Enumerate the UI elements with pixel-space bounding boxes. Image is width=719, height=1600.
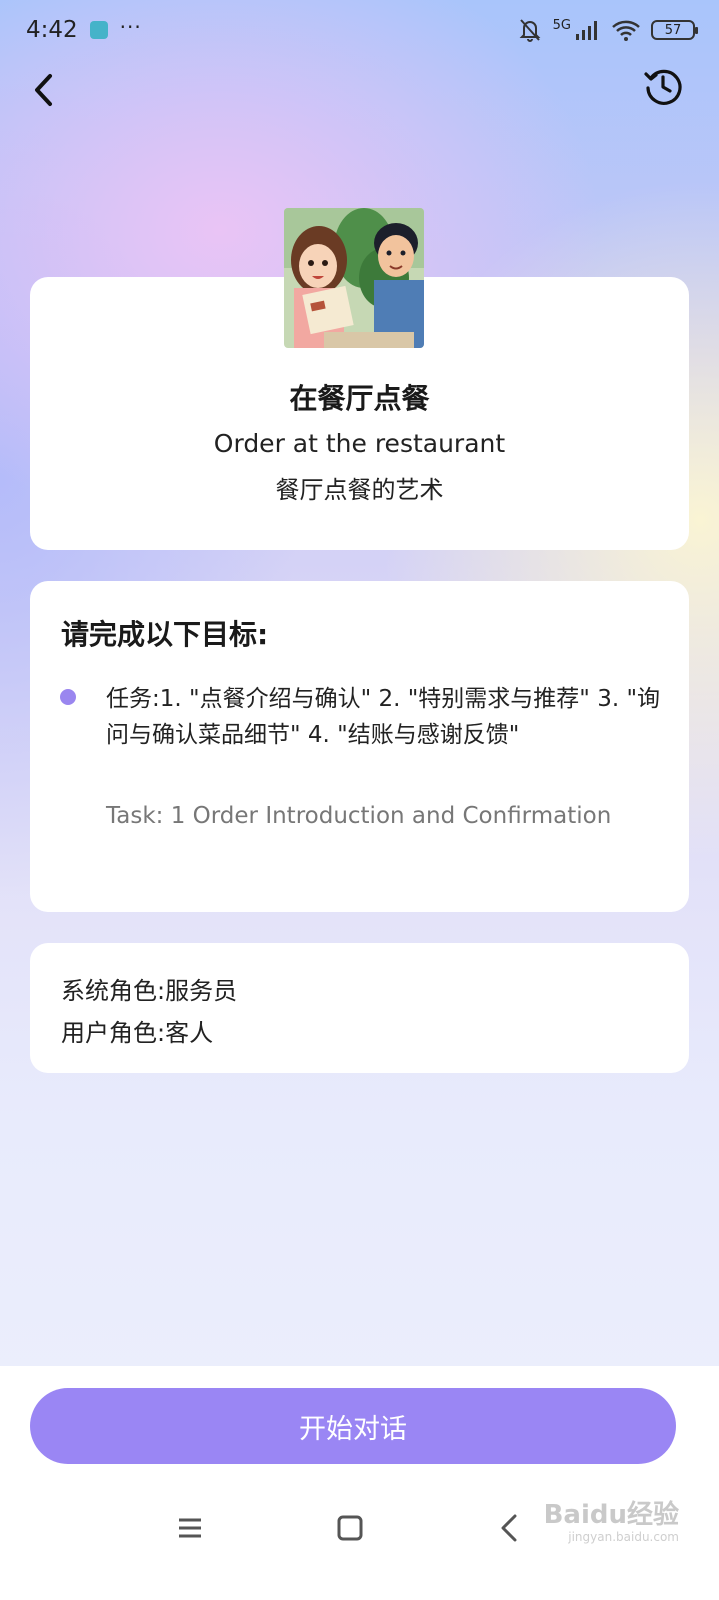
goal-task-cn: 任务:1. "点餐介绍与确认" 2. "特别需求与推荐" 3. "询问与确认菜品… xyxy=(106,686,661,748)
battery-icon: 57 xyxy=(651,20,698,40)
home-icon[interactable] xyxy=(330,1508,370,1548)
history-icon[interactable] xyxy=(643,66,683,106)
goals-card: 请完成以下目标: 任务:1. "点餐介绍与确认" 2. "特别需求与推荐" 3.… xyxy=(30,581,689,912)
scene-subtitle: 餐厅点餐的艺术 xyxy=(275,476,444,504)
user-role: 用户角色:客人 xyxy=(61,1019,214,1047)
bullet-dot-icon xyxy=(60,689,76,705)
app-icon xyxy=(89,21,108,39)
scene-title-en: Order at the restaurant xyxy=(213,429,506,458)
status-time: 4:42 xyxy=(26,17,78,43)
watermark-url: jingyan.baidu.com xyxy=(568,1530,679,1544)
mute-icon xyxy=(519,19,541,42)
wifi-icon xyxy=(612,20,640,41)
system-role: 系统角色:服务员 xyxy=(61,977,238,1005)
watermark-logo: Baidu经验 xyxy=(543,1500,679,1530)
menu-icon[interactable] xyxy=(170,1508,210,1548)
back-icon[interactable] xyxy=(490,1508,530,1548)
status-bar: 4:42 ··· 5G 57 xyxy=(0,0,719,60)
more-notifications-icon: ··· xyxy=(119,15,142,39)
start-conversation-button[interactable]: 开始对话 xyxy=(30,1388,676,1464)
goal-task-en: Task: 1 Order Introduction and Confirmat… xyxy=(106,803,612,829)
signal-icon xyxy=(576,21,597,40)
scene-cover-image xyxy=(284,208,424,348)
goals-heading: 请完成以下目标: xyxy=(61,618,269,651)
scene-title-cn: 在餐厅点餐 xyxy=(289,382,430,415)
roles-card: 系统角色:服务员 用户角色:客人 xyxy=(30,943,689,1073)
battery-level: 57 xyxy=(664,22,682,38)
network-type: 5G xyxy=(552,17,571,33)
chevron-left-icon[interactable] xyxy=(28,70,60,110)
